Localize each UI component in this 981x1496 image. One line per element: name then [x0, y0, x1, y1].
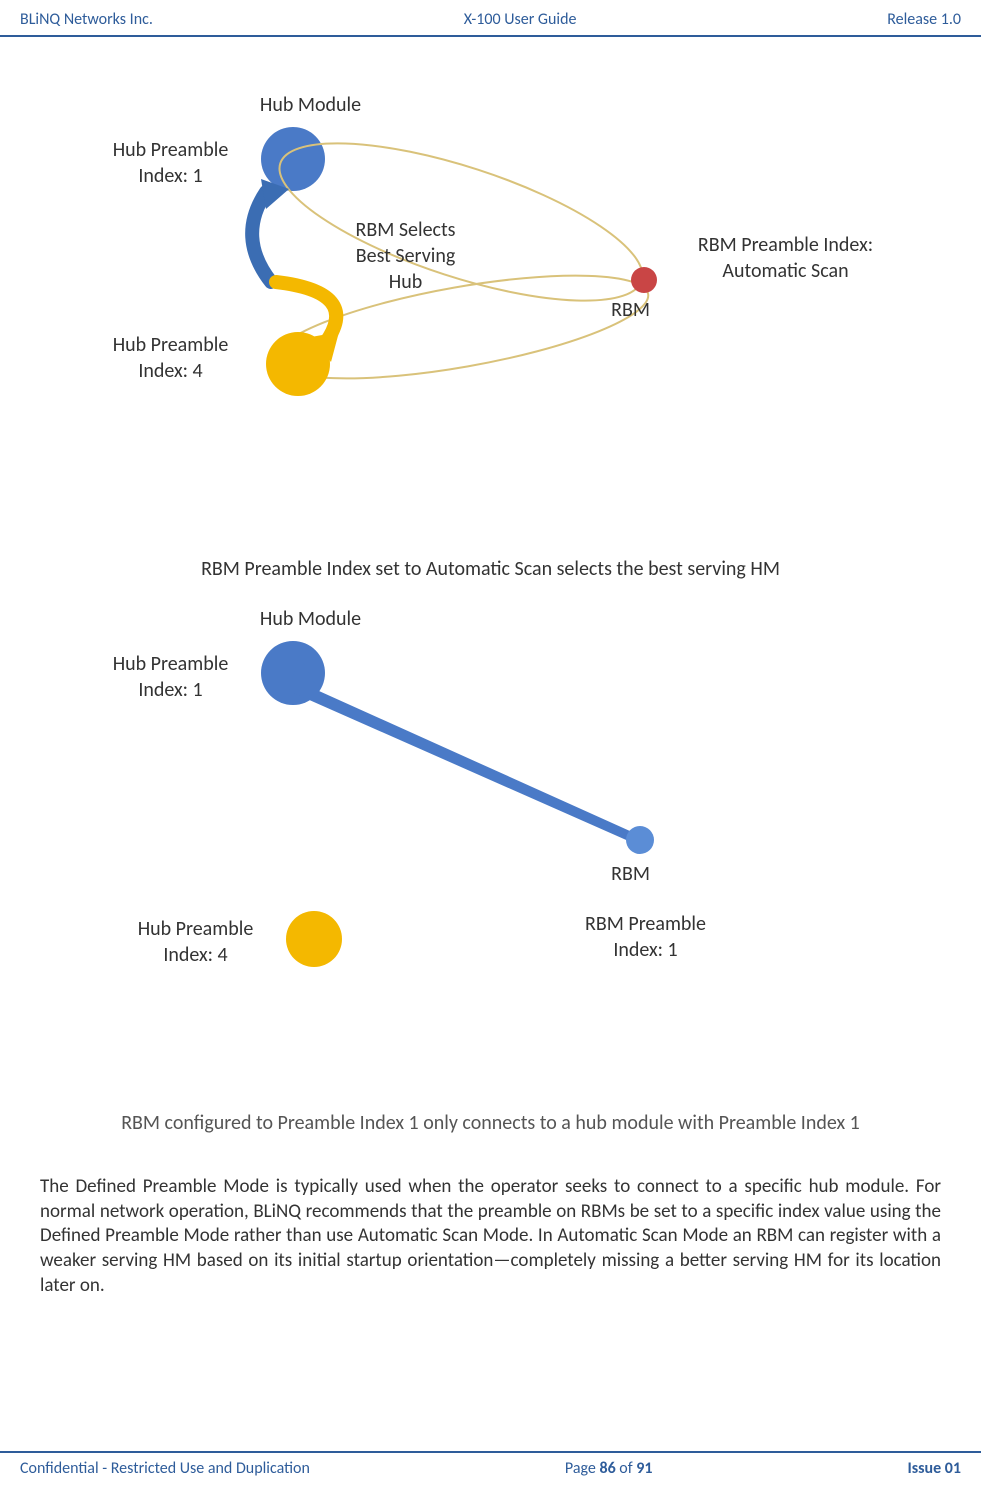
label-hub-module-2: Hub Module [241, 606, 381, 632]
figure2-connection-icon [41, 631, 941, 1091]
page-header: BLiNQ Networks Inc. X-100 User Guide Rel… [0, 0, 981, 37]
figure-2: Hub Module Hub Preamble Index: 1 RBM RBM… [41, 631, 941, 1091]
hub-yellow-circle-icon [266, 332, 330, 396]
figure1-caption: RBM Preamble Index set to Automatic Scan… [30, 557, 951, 581]
figure1-connections-icon [41, 117, 941, 537]
hub-yellow-circle-2-icon [286, 911, 342, 967]
body-paragraph: The Defined Preamble Mode is typically u… [30, 1175, 951, 1298]
figure2-caption: RBM configured to Preamble Index 1 only … [30, 1111, 951, 1135]
rbm-circle-2-icon [626, 826, 654, 854]
rbm-circle-icon [631, 267, 657, 293]
footer-page: Page 86 of 91 [565, 1459, 653, 1478]
label-hub-module: Hub Module [241, 92, 381, 118]
header-company: BLiNQ Networks Inc. [20, 10, 153, 29]
footer-confidential: Confidential - Restricted Use and Duplic… [20, 1459, 310, 1478]
page-content: Hub Module Hub Preamble Index: 1 RBM Sel… [0, 37, 981, 1318]
page-footer: Confidential - Restricted Use and Duplic… [0, 1451, 981, 1496]
label-hub-preamble-4: Hub Preamble Index: 4 [101, 332, 241, 384]
label-rbm-preamble-2: RBM Preamble Index: 1 [561, 911, 731, 963]
label-rbm-2: RBM [601, 861, 661, 887]
label-rbm-preamble: RBM Preamble Index: Automatic Scan [681, 232, 891, 284]
label-rbm-selects: RBM Selects Best Serving Hub [341, 217, 471, 295]
label-rbm: RBM [601, 297, 661, 323]
header-title: X-100 User Guide [464, 10, 577, 29]
header-release: Release 1.0 [887, 10, 961, 29]
label-hub-preamble-4-2: Hub Preamble Index: 4 [126, 916, 266, 968]
figure-1: Hub Module Hub Preamble Index: 1 RBM Sel… [41, 117, 941, 537]
footer-issue: Issue 01 [907, 1459, 961, 1478]
